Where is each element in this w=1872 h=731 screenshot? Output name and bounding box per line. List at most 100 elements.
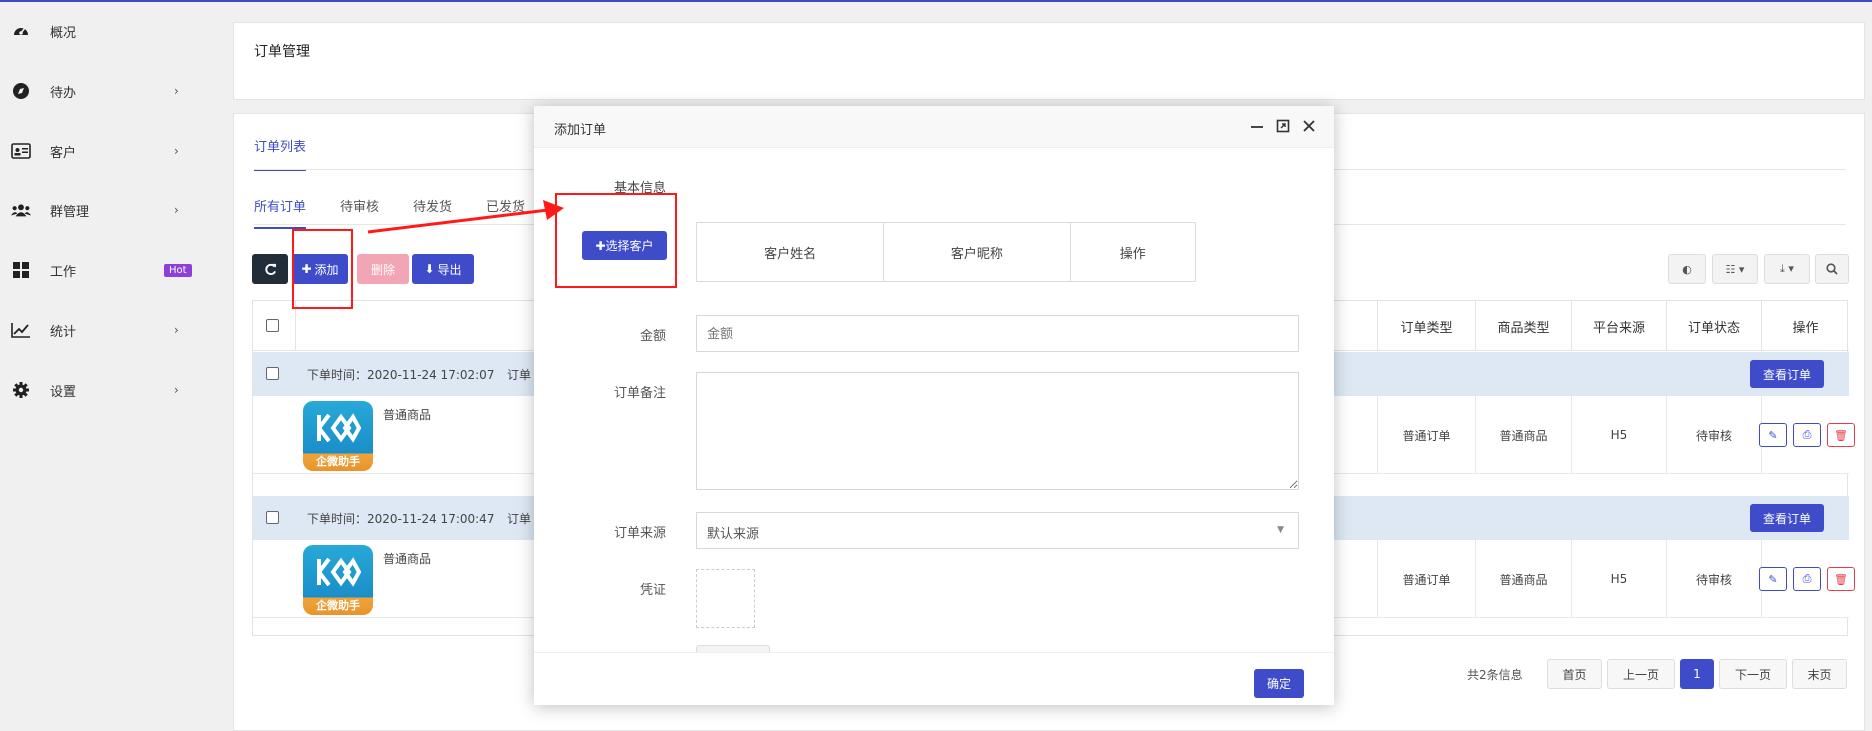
export-button[interactable]: ⬇ 导出	[412, 254, 474, 284]
line-chart-icon	[11, 320, 31, 340]
delete-row-button[interactable]: 🗑	[1827, 423, 1855, 447]
row-checkbox[interactable]	[266, 511, 279, 524]
print-button[interactable]: ⎙	[1793, 567, 1821, 591]
download-icon: ⤓ ▾	[1780, 262, 1794, 275]
source-select-value: 默认来源	[707, 527, 760, 542]
sidebar-item-label: 客户	[50, 145, 77, 161]
chevron-right-icon: ›	[174, 203, 179, 217]
hot-badge: Hot	[164, 263, 192, 277]
download-icon: ⬇	[424, 262, 435, 276]
dialog-footer: 确定	[534, 652, 1334, 705]
confirm-button[interactable]: 确定	[1254, 669, 1304, 698]
page-header-card: 订单管理	[233, 22, 1865, 100]
edit-button[interactable]: ✎	[1759, 423, 1787, 447]
app-logo-mark	[317, 557, 361, 587]
maximize-button[interactable]	[1274, 117, 1292, 135]
voucher-upload[interactable]	[696, 569, 755, 628]
sidebar-item-label: 概况	[50, 25, 77, 41]
sidebar-item-settings[interactable]: 设置 ›	[0, 370, 212, 410]
close-button[interactable]	[1300, 117, 1318, 135]
pager-last[interactable]: 末页	[1792, 659, 1847, 689]
toggle-icon: ◐	[1682, 262, 1692, 276]
pager-current[interactable]: 1	[1680, 659, 1714, 689]
columns-button[interactable]: ☷ ▾	[1712, 254, 1758, 284]
delete-button[interactable]: 删除	[357, 254, 409, 284]
search-button[interactable]	[1815, 254, 1849, 284]
app-logo-mark	[317, 413, 361, 443]
annotation-box-add	[292, 229, 353, 309]
dialog-header: 添加订单	[534, 106, 1334, 148]
chevron-right-icon: ›	[174, 383, 179, 397]
source-label: 订单来源	[613, 526, 666, 541]
delete-button-label: 删除	[370, 262, 395, 277]
chevron-right-icon: ›	[174, 144, 179, 158]
export-dropdown-button[interactable]: ⤓ ▾	[1764, 254, 1810, 284]
amount-input[interactable]	[696, 315, 1299, 352]
pencil-icon: ✎	[1768, 428, 1778, 442]
annotation-box-select-customer	[555, 193, 677, 288]
delete-row-button[interactable]: 🗑	[1827, 567, 1855, 591]
sidebar-item-label: 工作	[50, 264, 77, 280]
caret-down-icon: ▼	[1277, 525, 1284, 535]
chevron-right-icon: ›	[174, 84, 179, 98]
pencil-icon: ✎	[1768, 572, 1778, 586]
refresh-button[interactable]	[252, 254, 288, 284]
minimize-icon	[1251, 126, 1263, 128]
sidebar-item-label: 群管理	[50, 204, 90, 220]
note-textarea[interactable]	[696, 372, 1299, 490]
col-order-type: 订单类型	[1377, 301, 1475, 351]
status-cell: 待审核	[1666, 396, 1761, 474]
view-order-button[interactable]: 查看订单	[1750, 360, 1824, 388]
platform-cell: H5	[1571, 396, 1666, 474]
pager-next[interactable]: 下一页	[1719, 659, 1787, 689]
page-title: 订单管理	[254, 44, 310, 60]
col-goods-type: 商品类型	[1475, 301, 1571, 351]
tab-order-list[interactable]: 订单列表	[254, 136, 307, 171]
dialog-title: 添加订单	[554, 123, 607, 138]
sidebar-item-label: 统计	[50, 324, 77, 340]
edit-button[interactable]: ✎	[1759, 567, 1787, 591]
trash-icon: 🗑	[1834, 428, 1848, 442]
printer-icon: ⎙	[1802, 428, 1812, 441]
app-logo-text: 企微助手	[316, 599, 360, 612]
order-number-label: 订单	[507, 512, 532, 526]
print-button[interactable]: ⎙	[1793, 423, 1821, 447]
sidebar-item-work[interactable]: 工作 Hot	[0, 250, 212, 290]
pager-info: 共2条信息	[1467, 668, 1523, 682]
order-time: 下单时间：2020-11-24 17:00:47	[307, 512, 495, 526]
source-select[interactable]: 默认来源 ▼	[696, 512, 1299, 549]
order-time: 下单时间：2020-11-24 17:02:07	[307, 368, 495, 382]
close-icon	[1303, 120, 1315, 132]
row-checkbox[interactable]	[266, 367, 279, 380]
goods-name: 普通商品	[383, 552, 432, 566]
goods-type-cell: 普通商品	[1475, 540, 1571, 618]
printer-icon: ⎙	[1802, 572, 1812, 585]
sidebar-item-stats[interactable]: 统计 ›	[0, 310, 212, 350]
list-icon: ☷ ▾	[1725, 262, 1745, 276]
sidebar-item-label: 待办	[50, 85, 77, 101]
minimize-button[interactable]	[1248, 117, 1266, 135]
view-order-button[interactable]: 查看订单	[1750, 504, 1824, 532]
sidebar-item-overview[interactable]: 概况	[0, 11, 212, 51]
sidebar: 概况 待办 › 客户 › 群管理 › 工作 Hot 统计 › 设置 ›	[0, 2, 212, 731]
toggle-view-button[interactable]: ◐	[1668, 254, 1706, 284]
sidebar-item-label: 设置	[50, 384, 77, 400]
annotation-arrow-icon	[367, 200, 564, 234]
chevron-right-icon: ›	[174, 323, 179, 337]
sidebar-item-todo[interactable]: 待办 ›	[0, 71, 212, 111]
col-customer-name: 客户姓名	[697, 223, 885, 281]
voucher-label: 凭证	[639, 583, 666, 598]
platform-cell: H5	[1571, 540, 1666, 618]
sidebar-item-customer[interactable]: 客户 ›	[0, 131, 212, 171]
export-button-label: 导出	[437, 262, 462, 277]
app-logo-text: 企微助手	[316, 455, 360, 468]
pager-first[interactable]: 首页	[1547, 659, 1602, 689]
col-actions: 操作	[1761, 301, 1849, 351]
goods-type-cell: 普通商品	[1475, 396, 1571, 474]
id-card-icon	[11, 141, 31, 161]
select-all-checkbox[interactable]	[266, 319, 279, 332]
sidebar-item-groups[interactable]: 群管理 ›	[0, 190, 212, 230]
col-platform: 平台来源	[1571, 301, 1666, 351]
pager-prev[interactable]: 上一页	[1607, 659, 1675, 689]
app-logo: 企微助手	[303, 545, 373, 615]
